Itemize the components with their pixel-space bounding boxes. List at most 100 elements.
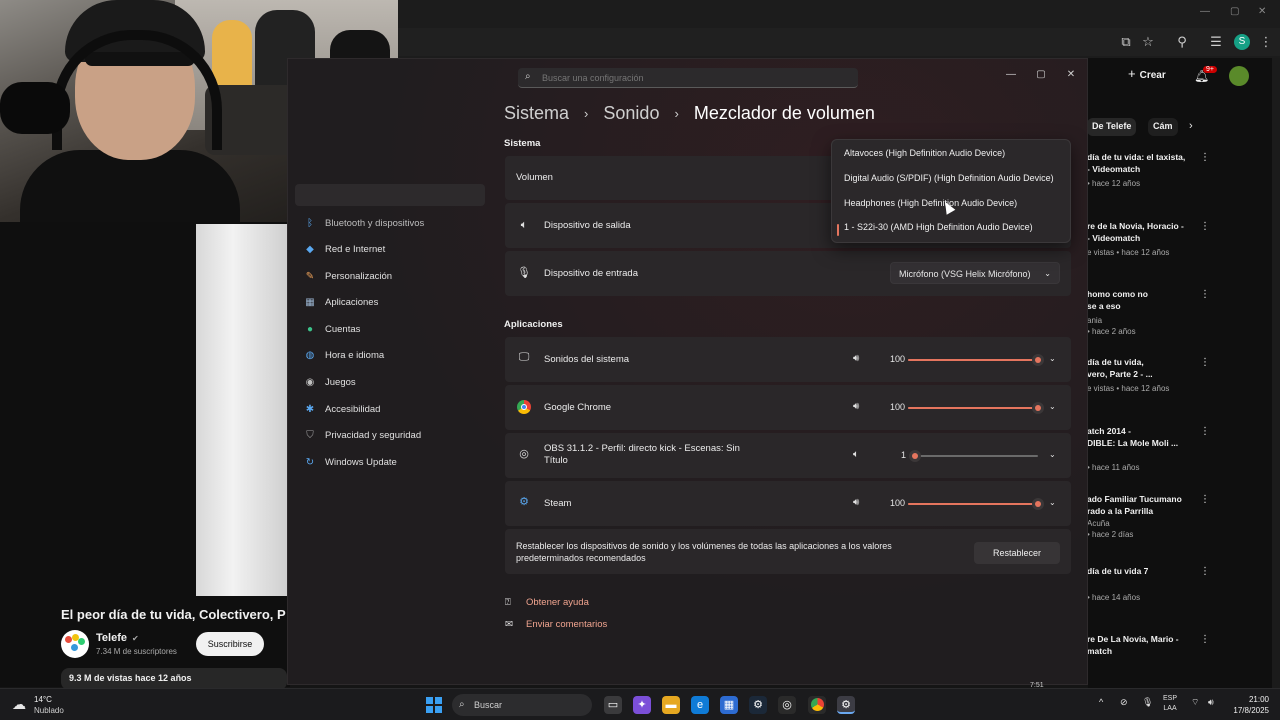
browser-close-icon[interactable]: ✕ bbox=[1258, 6, 1266, 17]
app-speaker-icon[interactable]: 🔊︎ bbox=[853, 353, 859, 364]
weather-widget[interactable]: ☁ 14°C Nublado bbox=[12, 694, 72, 716]
clock[interactable]: 21:00 17/8/2025 bbox=[1225, 694, 1269, 716]
mic-tray-icon[interactable]: 🎙︎ bbox=[1142, 697, 1153, 708]
chevron-right-icon[interactable]: › bbox=[1189, 120, 1193, 132]
chevron-down-icon[interactable]: ⌄ bbox=[1049, 354, 1056, 363]
more-options-icon[interactable]: ⋮ bbox=[1200, 494, 1210, 505]
network-off-icon[interactable]: ⊘ bbox=[1120, 697, 1128, 708]
app-volume-slider[interactable] bbox=[908, 498, 1044, 510]
wifi-icon[interactable]: ⌔ bbox=[1191, 697, 1199, 708]
cast-icon[interactable]: ⧉ bbox=[1118, 34, 1134, 50]
search-input[interactable] bbox=[542, 70, 842, 86]
sidebar-item-bluetooth[interactable]: ᛒ Bluetooth y dispositivos bbox=[303, 214, 483, 234]
video-player[interactable] bbox=[196, 224, 288, 596]
browser-scrollbar[interactable] bbox=[1272, 58, 1280, 688]
sidebar-item-cuentas[interactable]: ● Cuentas bbox=[303, 320, 483, 340]
language-indicator[interactable]: ESP LAA bbox=[1163, 694, 1177, 714]
app-volume-slider[interactable] bbox=[909, 450, 1038, 462]
help-link[interactable]: ⍰ Obtener ayuda bbox=[505, 597, 589, 608]
feedback-link[interactable]: ✉ Enviar comentarios bbox=[505, 619, 607, 630]
browser-profile-avatar[interactable]: S bbox=[1234, 34, 1250, 50]
list-item[interactable]: día de tu vida: el taxista, - Videomatch… bbox=[1087, 151, 1202, 188]
minimize-icon[interactable]: — bbox=[1000, 67, 1022, 83]
start-button[interactable] bbox=[426, 697, 442, 713]
list-item[interactable]: día de tu vida 7 • hace 14 años bbox=[1087, 565, 1202, 602]
wifi-icon: ◆ bbox=[306, 244, 314, 255]
file-explorer-icon[interactable]: ▬ bbox=[662, 696, 680, 714]
reading-list-icon[interactable]: ☰ bbox=[1208, 34, 1224, 50]
create-button[interactable]: + Crear bbox=[1128, 66, 1178, 86]
edge-icon[interactable]: e bbox=[691, 696, 709, 714]
chip-cam[interactable]: Cám bbox=[1148, 118, 1178, 136]
reset-button[interactable]: Restablecer bbox=[974, 542, 1060, 564]
input-device-dropdown[interactable]: Micrófono (VSG Helix Micrófono) ⌄ bbox=[890, 262, 1060, 284]
chip-de-telefe[interactable]: De Telefe bbox=[1087, 118, 1137, 136]
browser-maximize-icon[interactable]: ▢ bbox=[1230, 6, 1239, 17]
breadcrumb-sistema[interactable]: Sistema bbox=[504, 103, 569, 124]
more-options-icon[interactable]: ⋮ bbox=[1200, 566, 1210, 577]
sidebar-item-sistema[interactable] bbox=[295, 184, 485, 206]
output-option-altavoces[interactable]: Altavoces (High Definition Audio Device) bbox=[844, 148, 1005, 158]
maximize-icon[interactable]: ▢ bbox=[1030, 67, 1052, 83]
more-options-icon[interactable]: ⋮ bbox=[1200, 289, 1210, 300]
sidebar-item-personalizacion[interactable]: ✎ Personalización bbox=[303, 267, 483, 287]
browser-menu-icon[interactable]: ⋮ bbox=[1258, 34, 1274, 50]
obs-taskbar-icon[interactable]: ◎ bbox=[778, 696, 796, 714]
app-speaker-icon[interactable]: 🔈︎ bbox=[853, 449, 859, 460]
chevron-down-icon[interactable]: ⌄ bbox=[1049, 450, 1056, 459]
close-icon[interactable]: ✕ bbox=[1060, 67, 1082, 83]
account-avatar[interactable] bbox=[1229, 66, 1249, 86]
more-options-icon[interactable]: ⋮ bbox=[1200, 357, 1210, 368]
sidebar-item-juegos[interactable]: ◉ Juegos bbox=[303, 373, 483, 393]
steam-taskbar-icon[interactable]: ⚙︎ bbox=[749, 696, 767, 714]
slider-thumb[interactable] bbox=[1032, 498, 1044, 510]
chevron-down-icon[interactable]: ⌄ bbox=[1049, 498, 1056, 507]
list-item[interactable]: re De La Novia, Mario - match bbox=[1087, 633, 1202, 657]
bookmark-star-icon[interactable]: ☆ bbox=[1140, 34, 1156, 50]
slider-thumb[interactable] bbox=[1032, 354, 1044, 366]
extensions-icon[interactable]: ⚲ bbox=[1174, 34, 1190, 50]
settings-search[interactable]: ⌕ bbox=[518, 68, 858, 88]
sidebar-item-hora[interactable]: ◍ Hora e idioma bbox=[303, 346, 483, 366]
more-options-icon[interactable]: ⋮ bbox=[1200, 634, 1210, 645]
output-option-s22i[interactable]: 1 - S22i-30 (AMD High Definition Audio D… bbox=[844, 222, 1033, 232]
sidebar-item-aplicaciones[interactable]: ▦ Aplicaciones bbox=[303, 293, 483, 313]
app-speaker-icon[interactable]: 🔊︎ bbox=[853, 497, 859, 508]
browser-minimize-icon[interactable]: — bbox=[1200, 6, 1210, 17]
channel-avatar[interactable] bbox=[61, 630, 89, 658]
sidebar-item-accesibilidad[interactable]: ✱ Accesibilidad bbox=[303, 400, 483, 420]
subscribe-button[interactable]: Suscribirse bbox=[196, 632, 264, 656]
more-options-icon[interactable]: ⋮ bbox=[1200, 426, 1210, 437]
breadcrumb-sonido[interactable]: Sonido bbox=[603, 103, 659, 124]
input-device-label: Dispositivo de entrada bbox=[544, 268, 638, 279]
sidebar-item-red[interactable]: ◆ Red e Internet bbox=[303, 240, 483, 260]
volume-tray-icon[interactable]: 🔊︎ bbox=[1208, 697, 1214, 708]
task-view-icon[interactable]: ▭ bbox=[604, 696, 622, 714]
copilot-icon[interactable]: ✦ bbox=[633, 696, 651, 714]
app-volume-slider[interactable] bbox=[908, 354, 1044, 366]
tray-chevron-icon[interactable]: ^ bbox=[1099, 697, 1103, 707]
accessibility-icon: ✱ bbox=[305, 404, 315, 415]
app-volume-value: 100 bbox=[889, 498, 905, 508]
app-volume-slider[interactable] bbox=[908, 402, 1044, 414]
list-item[interactable]: homo como no se a eso ania • hace 2 años bbox=[1087, 288, 1202, 336]
more-options-icon[interactable]: ⋮ bbox=[1200, 221, 1210, 232]
chevron-down-icon[interactable]: ⌄ bbox=[1049, 402, 1056, 411]
store-icon[interactable]: ▦ bbox=[720, 696, 738, 714]
more-options-icon[interactable]: ⋮ bbox=[1200, 152, 1210, 163]
slider-thumb[interactable] bbox=[909, 450, 922, 462]
list-item[interactable]: día de tu vida, vero, Parte 2 - ... e vi… bbox=[1087, 356, 1202, 393]
list-item[interactable]: re de la Novia, Horacio - - Videomatch e… bbox=[1087, 220, 1202, 257]
list-item[interactable]: ado Familiar Tucumano rado a la Parrilla… bbox=[1087, 493, 1202, 539]
settings-taskbar-icon[interactable]: ⚙ bbox=[837, 696, 855, 714]
output-option-digital-audio[interactable]: Digital Audio (S/PDIF) (High Definition … bbox=[844, 173, 1054, 183]
channel-name[interactable]: Telefe ✔ bbox=[96, 632, 139, 644]
app-speaker-icon[interactable]: 🔊︎ bbox=[853, 401, 859, 412]
sidebar-item-windows-update[interactable]: ↻ Windows Update bbox=[303, 453, 483, 473]
taskbar-search[interactable]: ⌕ Buscar bbox=[452, 694, 592, 716]
slider-thumb[interactable] bbox=[1032, 402, 1044, 414]
list-item[interactable]: atch 2014 - DIBLE: La Mole Moli ... • ha… bbox=[1087, 425, 1202, 472]
output-option-headphones[interactable]: Headphones (High Definition Audio Device… bbox=[844, 198, 1017, 208]
sidebar-item-privacidad[interactable]: ⛉ Privacidad y seguridad bbox=[303, 426, 483, 446]
chrome-taskbar-icon[interactable] bbox=[808, 696, 826, 714]
